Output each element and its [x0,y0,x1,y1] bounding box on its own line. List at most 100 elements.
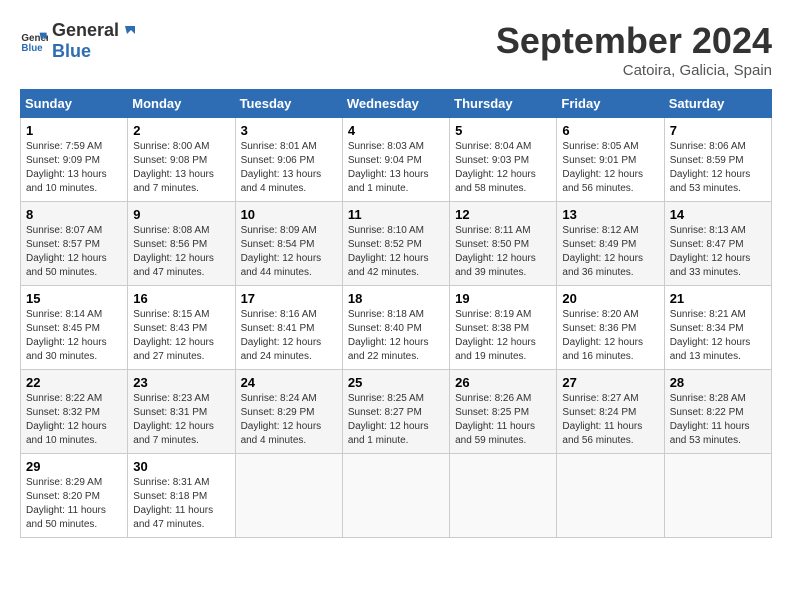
day-info: Sunrise: 8:26 AM Sunset: 8:25 PM Dayligh… [455,392,551,448]
calendar-header-row: SundayMondayTuesdayWednesdayThursdayFrid… [21,90,772,118]
day-number: 12 [455,207,551,222]
day-number: 22 [26,375,122,390]
calendar-day-cell: 19 Sunrise: 8:19 AM Sunset: 8:38 PM Dayl… [450,286,557,370]
sunset-label: Sunset: 8:31 PM [133,407,207,418]
logo: General Blue General Blue [20,20,139,62]
sunset-label: Sunset: 8:43 PM [133,323,207,334]
sunset-label: Sunset: 8:24 PM [562,407,636,418]
calendar-day-cell: 24 Sunrise: 8:24 AM Sunset: 8:29 PM Dayl… [235,370,342,454]
day-info: Sunrise: 8:22 AM Sunset: 8:32 PM Dayligh… [26,392,122,448]
day-of-week-header: Sunday [21,90,128,118]
calendar-week-row: 1 Sunrise: 7:59 AM Sunset: 9:09 PM Dayli… [21,118,772,202]
sunset-label: Sunset: 8:52 PM [348,239,422,250]
day-info: Sunrise: 8:13 AM Sunset: 8:47 PM Dayligh… [670,224,766,280]
daylight-label: Daylight: 12 hours and 22 minutes. [348,337,429,362]
calendar-day-cell: 1 Sunrise: 7:59 AM Sunset: 9:09 PM Dayli… [21,118,128,202]
day-number: 24 [241,375,337,390]
daylight-label: Daylight: 12 hours and 42 minutes. [348,253,429,278]
day-info: Sunrise: 8:00 AM Sunset: 9:08 PM Dayligh… [133,140,229,196]
calendar-day-cell [664,454,771,538]
day-number: 11 [348,207,444,222]
calendar-week-row: 15 Sunrise: 8:14 AM Sunset: 8:45 PM Dayl… [21,286,772,370]
sunset-label: Sunset: 8:18 PM [133,491,207,502]
sunrise-label: Sunrise: 8:29 AM [26,477,102,488]
sunrise-label: Sunrise: 8:04 AM [455,141,531,152]
day-info: Sunrise: 8:16 AM Sunset: 8:41 PM Dayligh… [241,308,337,364]
day-number: 17 [241,291,337,306]
sunset-label: Sunset: 9:04 PM [348,155,422,166]
daylight-label: Daylight: 12 hours and 53 minutes. [670,169,751,194]
daylight-label: Daylight: 13 hours and 7 minutes. [133,169,214,194]
calendar-day-cell: 27 Sunrise: 8:27 AM Sunset: 8:24 PM Dayl… [557,370,664,454]
day-info: Sunrise: 8:24 AM Sunset: 8:29 PM Dayligh… [241,392,337,448]
day-info: Sunrise: 8:23 AM Sunset: 8:31 PM Dayligh… [133,392,229,448]
sunrise-label: Sunrise: 8:07 AM [26,225,102,236]
sunrise-label: Sunrise: 8:26 AM [455,393,531,404]
calendar-day-cell [557,454,664,538]
day-number: 18 [348,291,444,306]
sunrise-label: Sunrise: 8:18 AM [348,309,424,320]
calendar-day-cell: 30 Sunrise: 8:31 AM Sunset: 8:18 PM Dayl… [128,454,235,538]
sunset-label: Sunset: 8:34 PM [670,323,744,334]
daylight-label: Daylight: 11 hours and 53 minutes. [670,421,750,446]
day-info: Sunrise: 8:11 AM Sunset: 8:50 PM Dayligh… [455,224,551,280]
sunset-label: Sunset: 8:54 PM [241,239,315,250]
day-number: 21 [670,291,766,306]
calendar-day-cell: 13 Sunrise: 8:12 AM Sunset: 8:49 PM Dayl… [557,202,664,286]
sunrise-label: Sunrise: 8:06 AM [670,141,746,152]
sunset-label: Sunset: 8:27 PM [348,407,422,418]
sunset-label: Sunset: 8:45 PM [26,323,100,334]
daylight-label: Daylight: 13 hours and 1 minute. [348,169,429,194]
calendar-day-cell: 11 Sunrise: 8:10 AM Sunset: 8:52 PM Dayl… [342,202,449,286]
day-number: 9 [133,207,229,222]
day-number: 30 [133,459,229,474]
day-info: Sunrise: 8:07 AM Sunset: 8:57 PM Dayligh… [26,224,122,280]
day-info: Sunrise: 8:10 AM Sunset: 8:52 PM Dayligh… [348,224,444,280]
calendar-day-cell: 8 Sunrise: 8:07 AM Sunset: 8:57 PM Dayli… [21,202,128,286]
sunrise-label: Sunrise: 8:10 AM [348,225,424,236]
calendar-day-cell [342,454,449,538]
day-info: Sunrise: 8:08 AM Sunset: 8:56 PM Dayligh… [133,224,229,280]
day-number: 28 [670,375,766,390]
day-info: Sunrise: 8:09 AM Sunset: 8:54 PM Dayligh… [241,224,337,280]
calendar-day-cell: 26 Sunrise: 8:26 AM Sunset: 8:25 PM Dayl… [450,370,557,454]
sunrise-label: Sunrise: 8:19 AM [455,309,531,320]
calendar-day-cell: 14 Sunrise: 8:13 AM Sunset: 8:47 PM Dayl… [664,202,771,286]
daylight-label: Daylight: 12 hours and 56 minutes. [562,169,643,194]
calendar-day-cell: 7 Sunrise: 8:06 AM Sunset: 8:59 PM Dayli… [664,118,771,202]
day-of-week-header: Monday [128,90,235,118]
day-info: Sunrise: 7:59 AM Sunset: 9:09 PM Dayligh… [26,140,122,196]
day-number: 8 [26,207,122,222]
sunrise-label: Sunrise: 8:25 AM [348,393,424,404]
calendar-day-cell: 22 Sunrise: 8:22 AM Sunset: 8:32 PM Dayl… [21,370,128,454]
calendar-day-cell: 20 Sunrise: 8:20 AM Sunset: 8:36 PM Dayl… [557,286,664,370]
calendar-week-row: 22 Sunrise: 8:22 AM Sunset: 8:32 PM Dayl… [21,370,772,454]
calendar-week-row: 29 Sunrise: 8:29 AM Sunset: 8:20 PM Dayl… [21,454,772,538]
daylight-label: Daylight: 12 hours and 1 minute. [348,421,429,446]
day-number: 13 [562,207,658,222]
day-number: 6 [562,123,658,138]
sunset-label: Sunset: 8:56 PM [133,239,207,250]
day-number: 19 [455,291,551,306]
calendar-day-cell: 9 Sunrise: 8:08 AM Sunset: 8:56 PM Dayli… [128,202,235,286]
sunrise-label: Sunrise: 8:21 AM [670,309,746,320]
day-info: Sunrise: 8:28 AM Sunset: 8:22 PM Dayligh… [670,392,766,448]
day-number: 29 [26,459,122,474]
day-info: Sunrise: 8:05 AM Sunset: 9:01 PM Dayligh… [562,140,658,196]
day-number: 15 [26,291,122,306]
day-of-week-header: Saturday [664,90,771,118]
daylight-label: Daylight: 11 hours and 47 minutes. [133,505,213,530]
calendar-day-cell: 25 Sunrise: 8:25 AM Sunset: 8:27 PM Dayl… [342,370,449,454]
calendar-day-cell: 23 Sunrise: 8:23 AM Sunset: 8:31 PM Dayl… [128,370,235,454]
calendar-day-cell: 3 Sunrise: 8:01 AM Sunset: 9:06 PM Dayli… [235,118,342,202]
daylight-label: Daylight: 12 hours and 16 minutes. [562,337,643,362]
sunset-label: Sunset: 8:20 PM [26,491,100,502]
sunrise-label: Sunrise: 8:09 AM [241,225,317,236]
calendar-day-cell: 16 Sunrise: 8:15 AM Sunset: 8:43 PM Dayl… [128,286,235,370]
sunrise-label: Sunrise: 8:11 AM [455,225,530,236]
sunrise-label: Sunrise: 8:01 AM [241,141,317,152]
sunrise-label: Sunrise: 8:14 AM [26,309,102,320]
sunset-label: Sunset: 8:40 PM [348,323,422,334]
day-of-week-header: Wednesday [342,90,449,118]
sunset-label: Sunset: 8:36 PM [562,323,636,334]
